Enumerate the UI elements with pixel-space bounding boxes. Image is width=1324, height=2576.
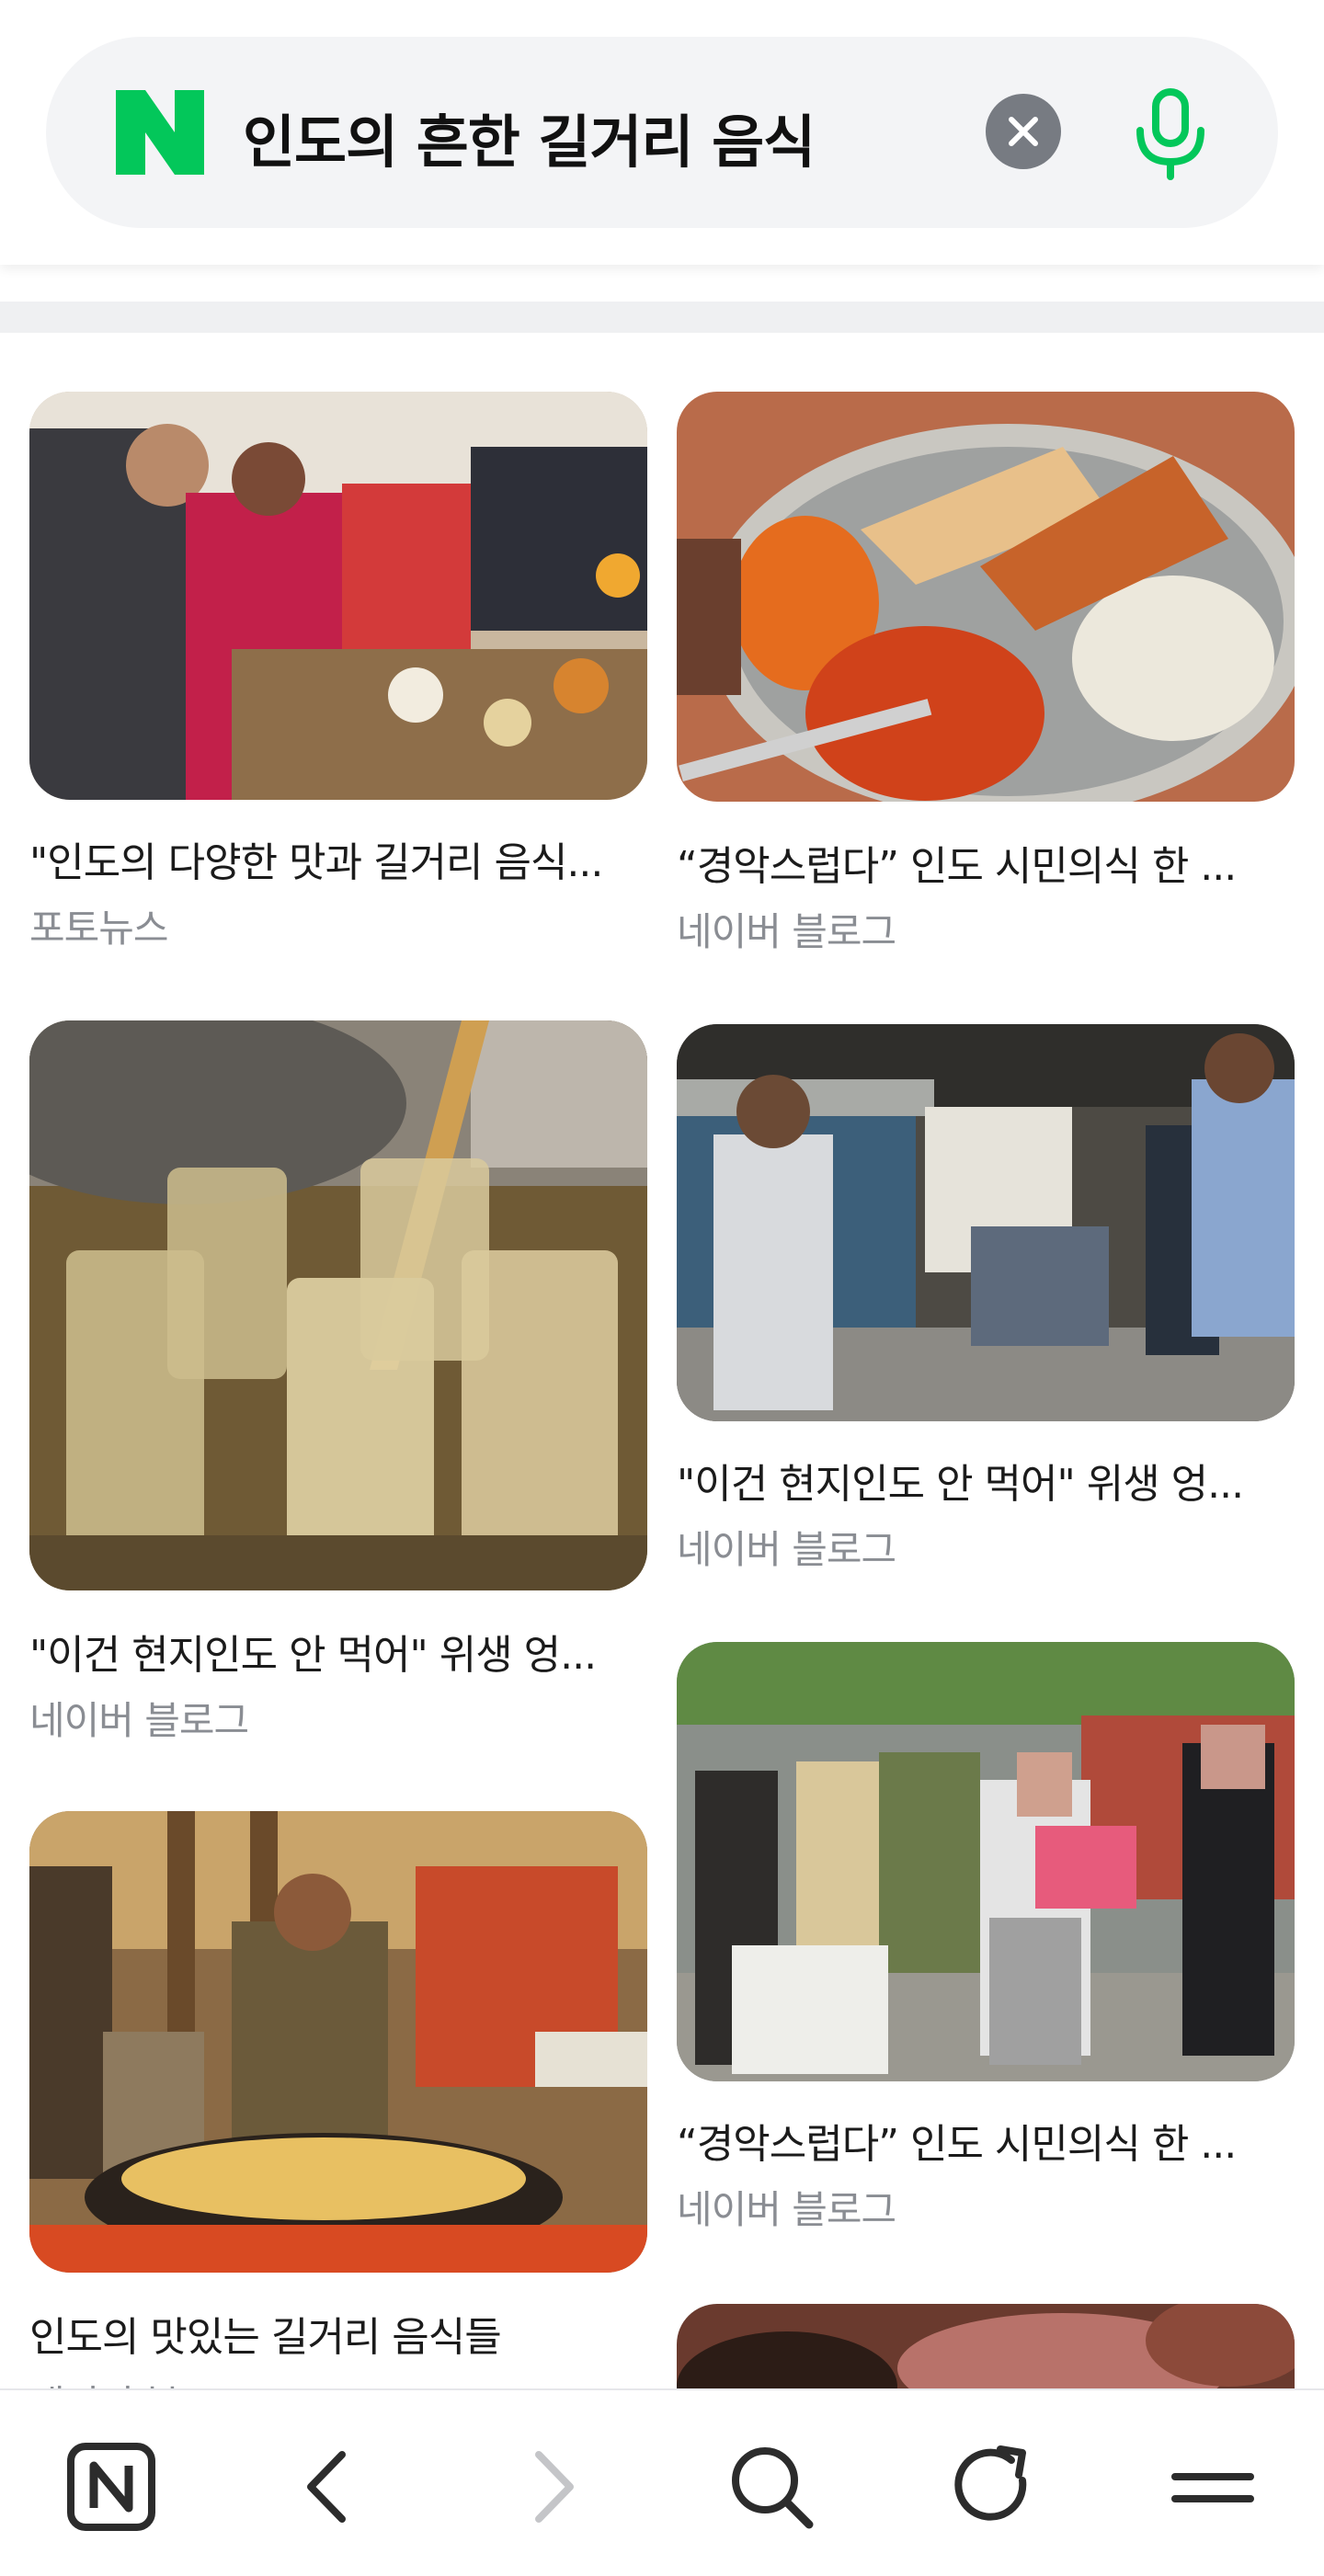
result-source: 네이버 블로그: [29, 1698, 249, 1743]
result-card[interactable]: 인도의 맛있는 길거리 음식들 네이버 블로그: [29, 1811, 647, 2427]
forward-arrow-icon: [535, 2451, 574, 2523]
back-arrow-icon: [307, 2451, 346, 2523]
result-title[interactable]: "이건 현지인도 안 먹어" 위생 엉...: [29, 1622, 597, 1681]
result-title[interactable]: "인도의 다양한 맛과 길거리 음식...: [29, 829, 603, 888]
naver-logo-icon[interactable]: [116, 90, 204, 175]
refresh-icon: [954, 2445, 1027, 2521]
result-title[interactable]: "이건 현지인도 안 먹어" 위생 엉...: [677, 1451, 1244, 1510]
bottom-navigation: [0, 2388, 1324, 2576]
clear-search-button[interactable]: [986, 94, 1061, 169]
naver-home-icon: [67, 2443, 155, 2531]
result-source: 포토뉴스: [29, 906, 169, 951]
search-query[interactable]: 인도의 흔한 길거리 음식: [243, 96, 816, 178]
section-divider: [0, 302, 1324, 333]
menu-icon: [1171, 2473, 1254, 2502]
result-card[interactable]: "인도의 다양한 맛과 길거리 음식... 포토뉴스: [29, 392, 647, 962]
result-thumbnail[interactable]: [677, 1024, 1295, 1421]
menu-button[interactable]: [1162, 2436, 1263, 2537]
result-source: 네이버 블로그: [677, 1527, 896, 1572]
result-thumbnail[interactable]: [677, 392, 1295, 802]
refresh-button[interactable]: [942, 2436, 1043, 2537]
forward-button[interactable]: [502, 2436, 603, 2537]
close-icon: [1009, 117, 1038, 146]
result-card[interactable]: [677, 2304, 1295, 2396]
result-thumbnail[interactable]: [29, 392, 647, 800]
result-title[interactable]: “경악스럽다” 인도 시민의식 한 ...: [677, 833, 1237, 892]
result-card[interactable]: “경악스럽다” 인도 시민의식 한 ... 네이버 블로그: [677, 392, 1295, 962]
result-card[interactable]: “경악스럽다” 인도 시민의식 한 ... 네이버 블로그: [677, 1642, 1295, 2232]
result-thumbnail[interactable]: [29, 1811, 647, 2273]
result-title[interactable]: “경악스럽다” 인도 시민의식 한 ...: [677, 2111, 1237, 2170]
search-icon: [732, 2447, 814, 2529]
result-title[interactable]: 인도의 맛있는 길거리 음식들: [29, 2304, 502, 2363]
search-button[interactable]: [721, 2436, 822, 2537]
result-thumbnail[interactable]: [29, 1020, 647, 1590]
result-thumbnail[interactable]: [677, 1642, 1295, 2081]
search-header: 인도의 흔한 길거리 음식: [0, 0, 1324, 265]
result-card[interactable]: "이건 현지인도 안 먹어" 위생 엉... 네이버 블로그: [29, 1020, 647, 1747]
home-button[interactable]: [61, 2436, 162, 2537]
microphone-icon[interactable]: [1122, 85, 1219, 182]
back-button[interactable]: [278, 2436, 379, 2537]
result-source: 네이버 블로그: [677, 2187, 896, 2232]
result-card[interactable]: "이건 현지인도 안 먹어" 위생 엉... 네이버 블로그: [677, 1024, 1295, 1585]
search-bar[interactable]: 인도의 흔한 길거리 음식: [46, 37, 1278, 228]
result-thumbnail[interactable]: [677, 2304, 1295, 2396]
result-source: 네이버 블로그: [677, 909, 896, 954]
